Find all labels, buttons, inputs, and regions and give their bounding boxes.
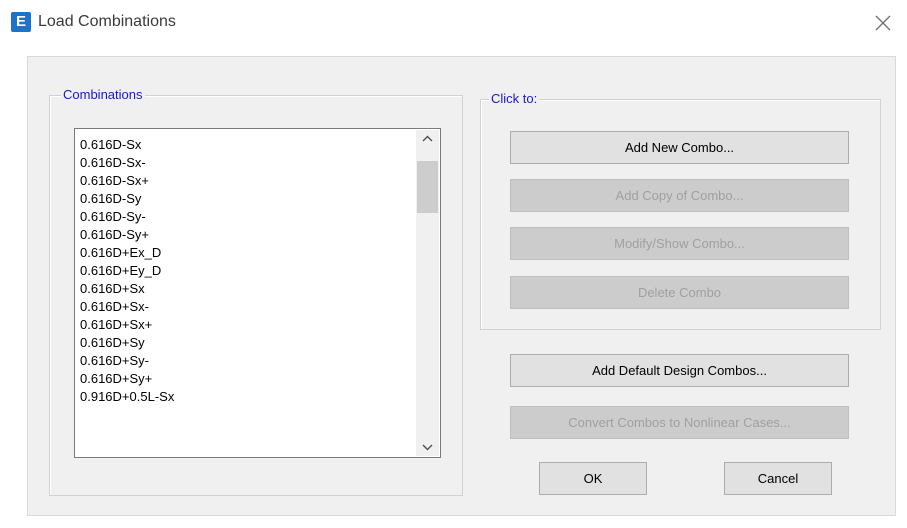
list-item[interactable]: 0.616D-Sx- xyxy=(80,154,174,172)
load-combinations-window: E Load Combinations Combinations 0.616D-… xyxy=(0,0,907,528)
scroll-thumb[interactable] xyxy=(417,161,438,213)
list-item[interactable]: 0.916D+0.5L-Sx xyxy=(80,388,174,406)
list-item[interactable]: 0.616D-Sx xyxy=(80,136,174,154)
list-item[interactable]: 0.616D+Sy- xyxy=(80,352,174,370)
list-item[interactable]: 0.616D-Sy- xyxy=(80,208,174,226)
list-item[interactable]: 0.616D-Sy+ xyxy=(80,226,174,244)
dialog-client-area: Combinations 0.616D-Sx 0.616D-Sx- 0.616D-S… xyxy=(27,56,896,516)
list-item[interactable]: 0.616D+Sx+ xyxy=(80,316,174,334)
convert-combos-button[interactable]: Convert Combos to Nonlinear Cases... xyxy=(510,406,849,439)
title-bar: E Load Combinations xyxy=(0,0,907,46)
add-copy-of-combo-button[interactable]: Add Copy of Combo... xyxy=(510,179,849,212)
chevron-up-icon xyxy=(422,135,433,142)
app-icon: E xyxy=(11,12,31,32)
list-item[interactable]: 0.616D+Ey_D xyxy=(80,262,174,280)
modify-show-combo-button[interactable]: Modify/Show Combo... xyxy=(510,227,849,260)
close-icon xyxy=(875,15,891,31)
list-item[interactable]: 0.616D+Sy+ xyxy=(80,370,174,388)
chevron-down-icon xyxy=(422,444,433,451)
list-item[interactable]: 0.616D+Ex_D xyxy=(80,244,174,262)
add-new-combo-button[interactable]: Add New Combo... xyxy=(510,131,849,164)
combinations-list: 0.616D-Sx 0.616D-Sx- 0.616D-Sx+ 0.616D-Sy 0.… xyxy=(80,136,174,406)
combinations-listbox[interactable]: 0.616D-Sx 0.616D-Sx- 0.616D-Sx+ 0.616D-Sy 0.… xyxy=(74,128,441,458)
list-item[interactable]: 0.616D+Sx- xyxy=(80,298,174,316)
scroll-down-button[interactable] xyxy=(416,438,439,456)
cancel-button[interactable]: Cancel xyxy=(724,462,832,495)
list-item[interactable]: 0.616D-Sx+ xyxy=(80,172,174,190)
list-item[interactable]: 0.616D+Sx xyxy=(80,280,174,298)
scroll-up-button[interactable] xyxy=(416,130,439,148)
list-item[interactable]: 0.616D-Sy xyxy=(80,190,174,208)
add-default-design-combos-button[interactable]: Add Default Design Combos... xyxy=(510,354,849,387)
ok-button[interactable]: OK xyxy=(539,462,647,495)
click-to-group-label: Click to: xyxy=(489,91,540,107)
delete-combo-button[interactable]: Delete Combo xyxy=(510,276,849,309)
close-button[interactable] xyxy=(870,10,896,36)
combinations-group-label: Combinations xyxy=(61,87,145,103)
list-item[interactable]: 0.616D+Sy xyxy=(80,334,174,352)
listbox-scrollbar[interactable] xyxy=(416,130,439,456)
window-title: Load Combinations xyxy=(38,13,176,30)
